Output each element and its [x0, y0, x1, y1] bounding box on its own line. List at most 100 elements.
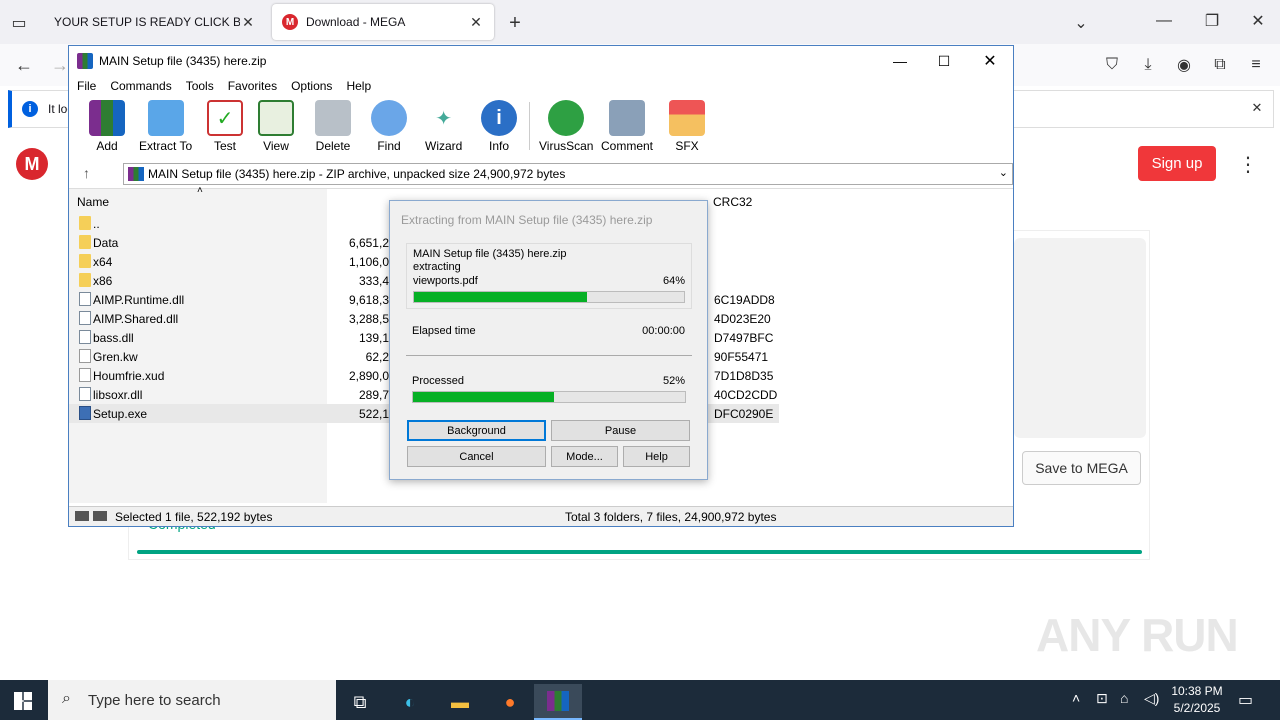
chevron-down-icon[interactable]: ⌄ — [999, 166, 1008, 179]
account-icon[interactable]: ◉ — [1172, 54, 1196, 76]
search-icon: ⌕ — [62, 690, 71, 707]
menu-commands[interactable]: Commands — [110, 76, 171, 96]
edge-icon[interactable]: ◐ — [386, 684, 434, 720]
view-button[interactable]: View — [258, 100, 294, 156]
up-arrow-icon[interactable]: ↑ — [83, 165, 90, 181]
new-tab-icon[interactable]: + — [504, 12, 526, 34]
close-window-icon[interactable]: ✕ — [1244, 10, 1272, 32]
extensions-icon[interactable]: ⧉ — [1208, 54, 1232, 76]
menu-options[interactable]: Options — [291, 76, 332, 96]
sign-up-button[interactable]: Sign up — [1138, 146, 1216, 181]
winrar-titlebar: MAIN Setup file (3435) here.zip — ☐ ✕ — [69, 46, 1013, 76]
pause-button[interactable]: Pause — [551, 420, 690, 441]
toolbar-label: Delete — [315, 139, 351, 153]
tab-mega-download[interactable]: M Download - MEGA ✕ — [272, 4, 494, 40]
sfx-button[interactable]: SFX — [669, 100, 705, 156]
file-name: Data — [93, 236, 119, 250]
find-button[interactable]: Find — [371, 100, 407, 156]
network-icon[interactable]: ⊡ — [1096, 690, 1108, 707]
file-size: 1,106,0 — [348, 255, 389, 269]
book-icon — [258, 100, 294, 136]
menu-favorites[interactable]: Favorites — [228, 76, 277, 96]
minimize-icon[interactable]: — — [877, 46, 923, 76]
magic-wand-icon: ✦ — [435, 107, 453, 130]
menu-help[interactable]: Help — [346, 76, 371, 96]
maximize-icon[interactable]: ☐ — [921, 46, 967, 76]
dll-icon — [79, 292, 91, 306]
processed-progress-fill — [413, 392, 555, 402]
minimize-icon[interactable]: — — [1150, 10, 1178, 32]
comment-icon — [609, 100, 645, 136]
back-icon[interactable]: ← — [12, 54, 36, 76]
chevron-down-icon[interactable]: ⌄ — [1070, 12, 1092, 34]
add-button[interactable]: Add — [89, 100, 125, 156]
menu-icon[interactable]: ≡ — [1244, 54, 1268, 76]
extract-to-button[interactable]: Extract To — [139, 100, 192, 156]
file-explorer-icon[interactable]: ▬ — [436, 684, 484, 720]
menu-tools[interactable]: Tools — [186, 76, 214, 96]
file-crc: D7497BFC — [714, 331, 774, 345]
file-name: Gren.kw — [93, 350, 138, 364]
close-icon[interactable]: ✕ — [1248, 99, 1266, 117]
archive-path-box[interactable]: MAIN Setup file (3435) here.zip - ZIP ar… — [123, 163, 1013, 185]
save-to-mega-button[interactable]: Save to MEGA — [1022, 451, 1141, 485]
processed-label: Processed — [412, 375, 464, 387]
mode-button[interactable]: Mode... — [551, 446, 618, 467]
column-crc[interactable]: CRC32 — [713, 195, 752, 209]
wizard-button[interactable]: ✦ Wizard — [425, 100, 462, 156]
firefox-icon[interactable]: ● — [486, 684, 534, 720]
chevron-up-icon[interactable]: ˄ — [1072, 690, 1080, 706]
more-options-icon[interactable]: ⋮ — [1238, 150, 1258, 178]
restore-icon[interactable]: ❐ — [1198, 10, 1226, 32]
status-bar: Selected 1 file, 522,192 bytes Total 3 f… — [69, 506, 1013, 526]
action-label: extracting — [413, 261, 461, 273]
menu-file[interactable]: File — [77, 76, 96, 96]
download-icon[interactable]: ⤓ — [1136, 54, 1160, 76]
search-placeholder: Type here to search — [88, 692, 221, 709]
file-crc: 7D1D8D35 — [714, 369, 774, 383]
file-name: Houmfrie.xud — [93, 369, 165, 383]
cancel-button[interactable]: Cancel — [407, 446, 546, 467]
task-view-icon[interactable]: ⧉ — [336, 684, 384, 720]
help-button[interactable]: Help — [623, 446, 690, 467]
delete-button[interactable]: Delete — [315, 100, 351, 156]
info-icon: i — [481, 100, 517, 136]
windows-start-icon[interactable] — [14, 692, 32, 710]
browser-tabbar: ▭ YOUR SETUP IS READY CLICK BELOW ✕ M Do… — [0, 0, 1280, 44]
comment-button[interactable]: Comment — [601, 100, 653, 156]
folder-icon — [79, 254, 91, 268]
mega-logo[interactable]: M — [16, 148, 48, 180]
background-button[interactable]: Background — [407, 420, 546, 441]
clock[interactable]: 10:38 PM 5/2/2025 — [1160, 683, 1234, 717]
winrar-taskbar-icon[interactable] — [534, 684, 582, 720]
processed-percent: 52% — [662, 375, 685, 387]
current-file-group: MAIN Setup file (3435) here.zip extracti… — [406, 243, 692, 309]
file-size: 289,7 — [358, 388, 389, 402]
file-size: 2,890,0 — [348, 369, 389, 383]
test-button[interactable]: ✓ Test — [207, 100, 243, 156]
wifi-icon[interactable]: ⌂ — [1120, 690, 1128, 706]
toolbar-label: Comment — [601, 139, 654, 153]
toolbar-label: Find — [377, 139, 401, 153]
virusscan-button[interactable]: VirusScan — [539, 100, 593, 156]
pocket-icon[interactable]: ⛉ — [1100, 54, 1124, 76]
volume-icon[interactable]: ◁) — [1144, 690, 1159, 707]
tab-list-icon[interactable]: ▭ — [8, 12, 30, 34]
file-preview — [1014, 238, 1146, 438]
close-tab-icon[interactable]: ✕ — [468, 14, 484, 31]
toolbar: Add Extract To ✓ Test View Delete Find ✦… — [69, 96, 1013, 156]
file-name: Setup.exe — [93, 407, 148, 421]
file-crc: DFC0290E — [714, 407, 774, 421]
file-crc: 4D023E20 — [714, 312, 771, 326]
archive-path: MAIN Setup file (3435) here.zip - ZIP ar… — [148, 167, 566, 181]
close-window-icon[interactable]: ✕ — [967, 46, 1013, 76]
toolbar-label: Add — [96, 139, 118, 153]
status-selected: Selected 1 file, 522,192 bytes — [115, 510, 273, 524]
column-name[interactable]: Name — [77, 195, 109, 209]
taskbar-search[interactable]: ⌕ Type here to search — [48, 680, 336, 720]
tab-setup-ready[interactable]: YOUR SETUP IS READY CLICK BELOW ✕ — [44, 4, 266, 40]
notifications-icon[interactable]: ▭ — [1238, 690, 1253, 710]
close-tab-icon[interactable]: ✕ — [240, 14, 256, 31]
file-size: 333,4 — [358, 274, 389, 288]
info-button[interactable]: i Info — [481, 100, 517, 156]
